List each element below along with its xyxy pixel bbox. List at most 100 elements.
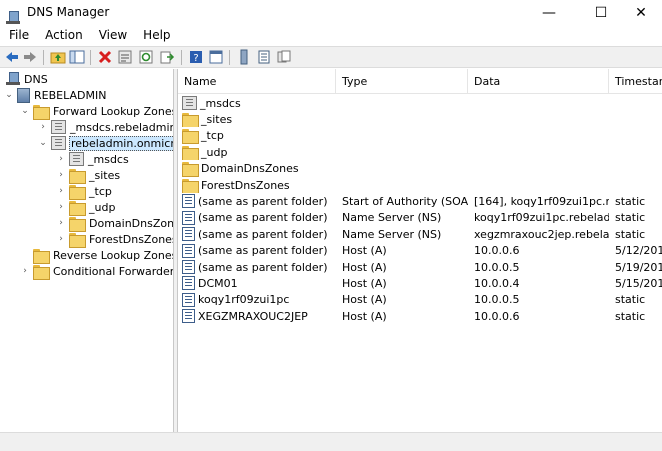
record-data (474, 177, 609, 193)
tree-label: _tcp (89, 184, 112, 198)
record-timestamp (615, 161, 662, 177)
new-record-icon[interactable] (236, 49, 252, 65)
column-header-type[interactable]: Type (336, 69, 468, 94)
cell-name: (same as parent folder) (182, 210, 334, 226)
chevron-down-icon[interactable]: ⌄ (4, 87, 14, 103)
tree-node-udp[interactable]: › _udp (56, 199, 116, 216)
record-type (342, 95, 468, 111)
record-icon (182, 276, 195, 291)
menu-help[interactable]: Help (134, 26, 177, 46)
list-item[interactable]: _msdcs (178, 95, 662, 111)
chevron-right-icon[interactable]: › (56, 215, 66, 231)
delete-icon[interactable] (97, 49, 113, 65)
chevron-right-icon[interactable]: › (20, 263, 30, 279)
export-icon[interactable] (159, 49, 175, 65)
menu-action[interactable]: Action (36, 26, 90, 46)
properties-icon[interactable] (117, 49, 133, 65)
tree-node-forward-lookup[interactable]: ⌄ Forward Lookup Zones (20, 103, 173, 120)
folder-icon (69, 184, 86, 200)
record-timestamp (615, 111, 662, 127)
list-item[interactable]: DomainDnsZones (178, 161, 662, 177)
record-type: Host (A) (342, 244, 387, 258)
tree-label: DNS (24, 72, 48, 86)
dns-manager-app-icon (6, 11, 20, 25)
record-data (474, 128, 609, 144)
zone-icon (51, 136, 66, 150)
forward-arrow-icon[interactable] (22, 49, 38, 65)
show-tree-icon[interactable] (69, 49, 85, 65)
chevron-right-icon[interactable]: › (56, 151, 66, 167)
tree-label: ForestDnsZones (89, 232, 174, 246)
record-name: DomainDnsZones (201, 162, 299, 176)
cell-name: _udp (182, 144, 334, 161)
list-item[interactable]: XEGZMRAXOUC2JEP Host (A) 10.0.0.6 static (178, 308, 662, 324)
list-item[interactable]: _udp (178, 144, 662, 161)
tree-node-reverse-lookup[interactable]: Reverse Lookup Zones (20, 247, 173, 264)
tree-node-tcp[interactable]: › _tcp (56, 183, 113, 200)
column-header-data[interactable]: Data (468, 69, 609, 94)
record-timestamp: static (615, 194, 646, 208)
list-header: Name Type Data Timestam (178, 69, 662, 94)
chevron-down-icon[interactable]: ⌄ (20, 103, 30, 119)
back-arrow-icon[interactable] (4, 49, 20, 65)
list-item[interactable]: (same as parent folder) Name Server (NS) k… (178, 210, 662, 226)
refresh-icon[interactable] (138, 49, 154, 65)
title-bar: DNS Manager — ☐ ✕ (0, 0, 662, 26)
column-header-timestamp[interactable]: Timestam (609, 69, 662, 94)
menu-view[interactable]: View (90, 26, 134, 46)
list-item[interactable]: ForestDnsZones (178, 177, 662, 193)
record-data: xegzmraxouc2jep.rebelad... (474, 227, 609, 241)
chevron-right-icon[interactable]: › (56, 183, 66, 199)
folder-icon (69, 216, 86, 232)
folder-icon (33, 248, 50, 264)
minimize-button[interactable]: — (526, 0, 572, 26)
record-type: Host (A) (342, 309, 387, 323)
dns-icon (6, 72, 20, 86)
tree-node-zone-msdcs[interactable]: › _msdcs.rebeladmin.o (38, 119, 173, 135)
horizontal-scrollbar[interactable] (0, 432, 662, 451)
list-item[interactable]: (same as parent folder) Host (A) 10.0.0.5 5… (178, 259, 662, 275)
tree-node-msdcs[interactable]: › _msdcs (56, 151, 130, 167)
chevron-right-icon[interactable]: › (56, 167, 66, 183)
cell-name: ForestDnsZones (182, 177, 334, 193)
console-icon[interactable] (208, 49, 224, 65)
menu-file[interactable]: File (0, 26, 36, 46)
record-type: Host (A) (342, 260, 387, 274)
tree-node-conditional-forwarders[interactable]: › Conditional Forwarders (20, 263, 173, 280)
chevron-down-icon[interactable]: ⌄ (38, 135, 48, 151)
record-name: _msdcs (200, 96, 241, 110)
column-header-name[interactable]: Name (178, 69, 336, 94)
new-host-icon[interactable] (256, 49, 272, 65)
folder-icon (33, 104, 50, 120)
close-button[interactable]: ✕ (620, 0, 662, 26)
tree-label: _sites (89, 168, 121, 182)
list-item[interactable]: DCM01 Host (A) 10.0.0.4 5/15/2016 (178, 275, 662, 291)
list-item[interactable]: koqy1rf09zui1pc Host (A) 10.0.0.5 static (178, 292, 662, 308)
list-item[interactable]: _tcp (178, 128, 662, 144)
maximize-button[interactable]: ☐ (578, 0, 624, 26)
toolbar-separator (43, 50, 44, 65)
folder-icon (182, 145, 199, 161)
record-timestamp (615, 128, 662, 144)
tree-node-server[interactable]: ⌄ REBELADMIN (4, 87, 107, 103)
tree-node-forestdnszones[interactable]: › ForestDnsZones (56, 231, 174, 248)
list-item[interactable]: (same as parent folder) Host (A) 10.0.0.6 5… (178, 243, 662, 259)
tree-node-sites[interactable]: › _sites (56, 167, 121, 184)
tree-node-domaindnszones[interactable]: › DomainDnsZones (56, 215, 173, 232)
folder-icon (69, 232, 86, 248)
record-icon (182, 260, 195, 274)
list-item[interactable]: _sites (178, 111, 662, 128)
chevron-right-icon[interactable]: › (38, 119, 48, 135)
chevron-right-icon[interactable]: › (56, 231, 66, 247)
new-cname-icon[interactable] (276, 49, 292, 65)
help-icon[interactable]: ? (188, 49, 204, 65)
chevron-right-icon[interactable]: › (56, 199, 66, 215)
list-item[interactable]: (same as parent folder) Start of Authorit… (178, 193, 662, 209)
tree-node-zone-rebeladmin[interactable]: ⌄ rebeladmin.onmicros (38, 135, 173, 151)
console-tree: DNS ⌄ REBELADMIN ⌄ Forward Lookup Zones … (0, 69, 174, 432)
up-folder-icon[interactable] (50, 49, 66, 65)
chevron-right-icon (20, 247, 30, 263)
tree-label: _msdcs (88, 152, 129, 166)
tree-node-dns[interactable]: DNS (4, 71, 49, 87)
list-item[interactable]: (same as parent folder) Name Server (NS) x… (178, 226, 662, 242)
